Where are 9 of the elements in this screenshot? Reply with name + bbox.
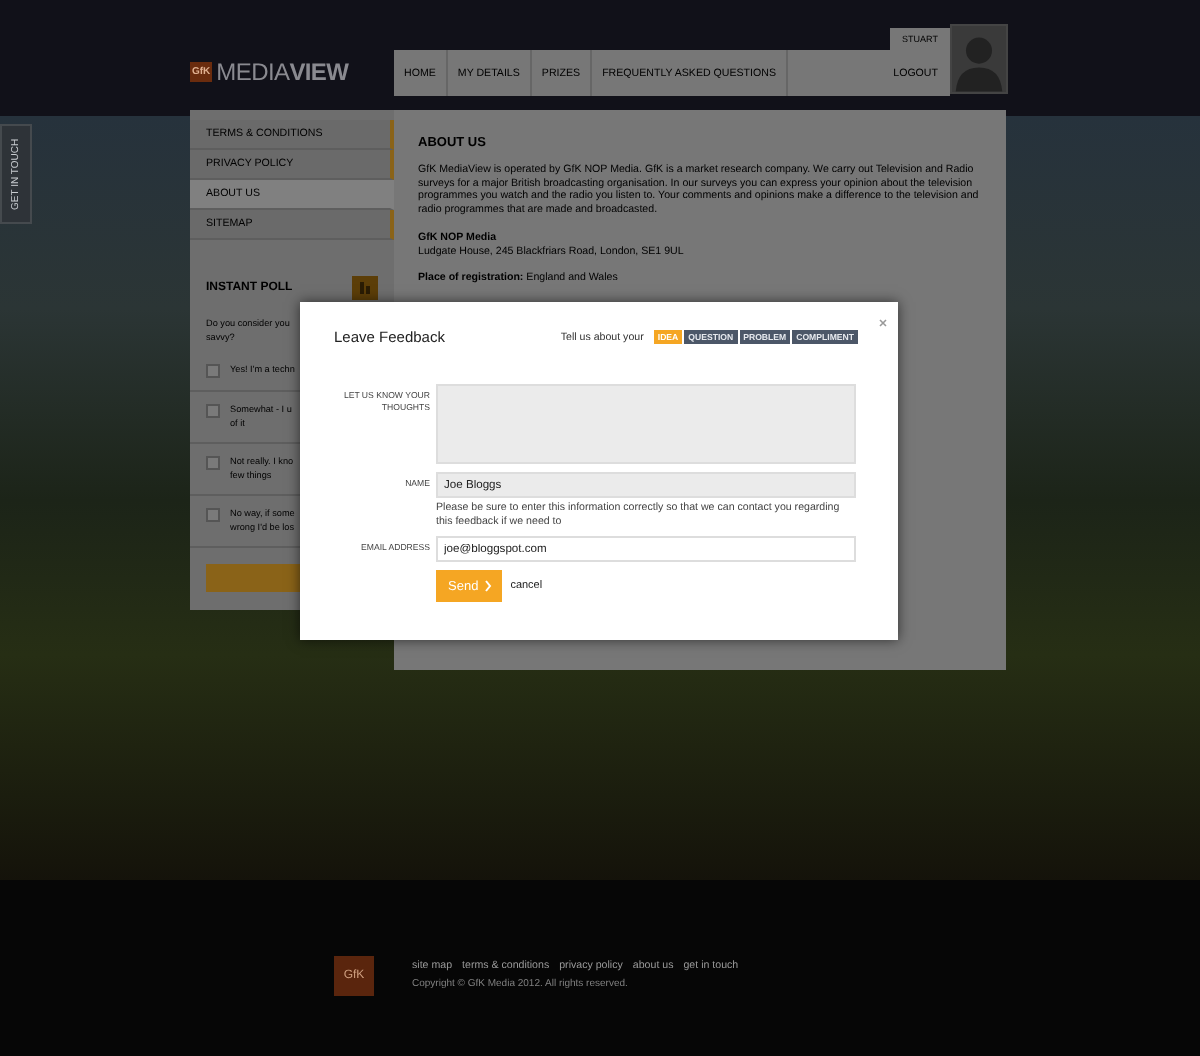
chevron-right-icon [484,580,493,592]
logo-wordmark: MEDIAVIEW [216,58,349,86]
poll-checkbox[interactable] [206,508,220,522]
avatar-silhouette-icon [950,24,1008,94]
poll-checkbox[interactable] [206,456,220,470]
thoughts-field[interactable] [436,384,856,464]
poll-checkbox[interactable] [206,404,220,418]
poll-chart-icon [352,276,378,300]
poll-checkbox[interactable] [206,364,220,378]
